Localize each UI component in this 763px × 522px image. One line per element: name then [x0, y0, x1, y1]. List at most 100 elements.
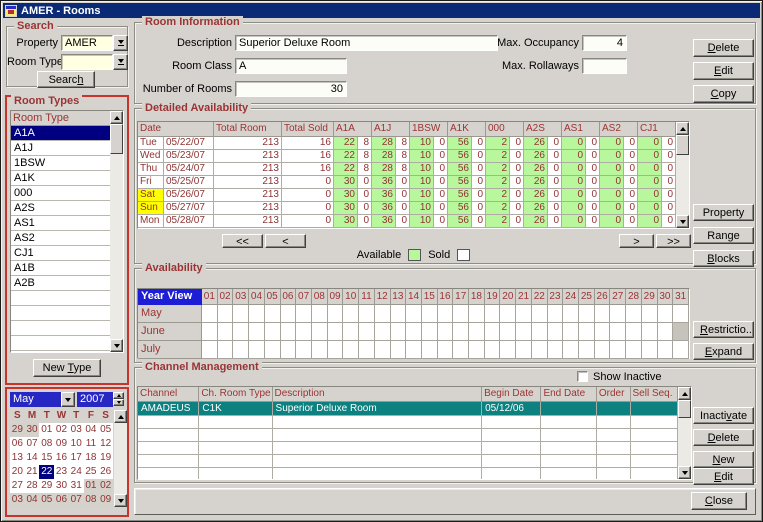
- year-view-cell[interactable]: [579, 305, 595, 323]
- expand-button[interactable]: Expand: [693, 343, 754, 360]
- detailed-availability-row[interactable]: Wed 05/23/07 213 16 22 8 28 8 10 0 56 0 2 0 26 0 0 0 0 0 0 0: [138, 150, 676, 163]
- calendar-day[interactable]: 05: [39, 493, 55, 507]
- year-view-cell[interactable]: [484, 323, 501, 341]
- calendar-month-dropdown-button[interactable]: [61, 392, 75, 407]
- scroll-up-icon[interactable]: [110, 111, 123, 124]
- scroll-down-icon[interactable]: [110, 339, 123, 352]
- year-view-cell[interactable]: [516, 305, 532, 323]
- calendar-day[interactable]: 07: [24, 437, 40, 451]
- detailed-availability-row[interactable]: Fri 05/25/07 213 0 30 0 36 0 10 0 56 0 2 0 26 0 0 0 0 0 0 0: [138, 176, 676, 189]
- year-view-cell[interactable]: [563, 305, 580, 323]
- description-input[interactable]: [235, 35, 498, 51]
- edit-channel-button[interactable]: Edit: [693, 468, 754, 485]
- year-view-cell[interactable]: [327, 323, 344, 341]
- year-view-cell[interactable]: [594, 305, 611, 323]
- year-view-cell[interactable]: [390, 305, 407, 323]
- year-view-cell[interactable]: [626, 323, 642, 341]
- year-view-cell[interactable]: [390, 323, 407, 341]
- year-view-cell[interactable]: [311, 341, 328, 359]
- year-view-cell[interactable]: [264, 305, 281, 323]
- year-view-cell[interactable]: [421, 341, 438, 359]
- channel-empty-row[interactable]: [138, 455, 678, 468]
- detailed-availability-scrollbar[interactable]: [676, 122, 689, 228]
- detailed-availability-row[interactable]: Sat 05/26/07 213 0 30 0 36 0 10 0 56 0 2 0 26 0 0 0 0 0 0 0: [138, 189, 676, 202]
- calendar-day[interactable]: 22: [39, 465, 55, 479]
- channel-empty-row[interactable]: [138, 468, 678, 479]
- year-view-cell[interactable]: [374, 341, 391, 359]
- room-type-item[interactable]: A1B: [11, 261, 110, 276]
- year-view-cell[interactable]: [374, 305, 391, 323]
- delete-room-button[interactable]: Delete: [693, 39, 754, 57]
- room-type-empty-row[interactable]: [11, 291, 110, 306]
- year-view-cell[interactable]: [343, 341, 360, 359]
- calendar-day[interactable]: 15: [39, 451, 55, 465]
- calendar-day[interactable]: 30: [54, 479, 69, 493]
- year-view-cell[interactable]: [390, 341, 407, 359]
- year-view-cell[interactable]: [641, 305, 658, 323]
- year-view-cell[interactable]: [421, 305, 438, 323]
- year-view-cell[interactable]: [233, 323, 250, 341]
- year-view-cell[interactable]: [673, 341, 689, 359]
- year-view-cell[interactable]: [359, 341, 375, 359]
- room-type-item[interactable]: AS2: [11, 231, 110, 246]
- calendar-day[interactable]: 19: [98, 451, 113, 465]
- room-type-item[interactable]: 1BSW: [11, 156, 110, 171]
- max-occupancy-input[interactable]: [582, 35, 627, 51]
- year-view-cell[interactable]: [343, 305, 360, 323]
- room-type-item[interactable]: CJ1: [11, 246, 110, 261]
- channel-scrollbar[interactable]: [678, 387, 691, 479]
- year-view-cell[interactable]: [547, 323, 564, 341]
- delete-channel-button[interactable]: Delete: [693, 429, 754, 446]
- year-view-cell[interactable]: [217, 323, 234, 341]
- year-view-cell[interactable]: [610, 341, 627, 359]
- calendar-scrollbar[interactable]: [114, 410, 127, 507]
- calendar-day[interactable]: 01: [83, 479, 99, 493]
- year-view-cell[interactable]: [343, 323, 360, 341]
- calendar-day[interactable]: 30: [24, 423, 40, 437]
- year-view-cell[interactable]: [531, 323, 548, 341]
- calendar-year-field[interactable]: 2007: [77, 392, 113, 407]
- calendar-day[interactable]: 17: [68, 451, 84, 465]
- year-view-cell[interactable]: [327, 341, 344, 359]
- year-view-cell[interactable]: [249, 305, 265, 323]
- year-view-cell[interactable]: [359, 323, 375, 341]
- year-view-cell[interactable]: [579, 323, 595, 341]
- room-type-input[interactable]: [61, 54, 113, 70]
- year-view-cell[interactable]: [626, 341, 642, 359]
- year-view-cell[interactable]: [610, 323, 627, 341]
- calendar-day[interactable]: 21: [24, 465, 40, 479]
- detailed-availability-row[interactable]: Sun 05/27/07 213 0 30 0 36 0 10 0 56 0 2 0 26 0 0 0 0 0 0 0: [138, 202, 676, 215]
- channel-empty-row[interactable]: [138, 416, 678, 429]
- edit-room-button[interactable]: Edit: [693, 62, 754, 80]
- channel-empty-row[interactable]: [138, 442, 678, 455]
- calendar-day[interactable]: 06: [54, 493, 69, 507]
- year-view-cell[interactable]: [296, 341, 312, 359]
- calendar-day[interactable]: 26: [98, 465, 113, 479]
- room-type-item[interactable]: A1J: [11, 141, 110, 156]
- room-type-item[interactable]: A1K: [11, 171, 110, 186]
- year-view-cell[interactable]: [437, 323, 454, 341]
- calendar-day[interactable]: 09: [98, 493, 113, 507]
- year-view-cell[interactable]: [296, 305, 312, 323]
- year-view-cell[interactable]: [437, 341, 454, 359]
- year-view-cell[interactable]: [453, 323, 470, 341]
- room-type-empty-row[interactable]: [11, 321, 110, 336]
- restrictions-button[interactable]: Restrictio...: [693, 321, 754, 338]
- year-view-cell[interactable]: [311, 305, 328, 323]
- nav-first-button[interactable]: <<: [222, 234, 263, 248]
- scroll-up-icon[interactable]: [676, 122, 689, 135]
- calendar-day[interactable]: 25: [83, 465, 99, 479]
- detailed-availability-row[interactable]: Mon 05/28/07 213 0 30 0 36 0 10 0 56 0 2 0 26 0 0 0 0 0 0 0: [138, 215, 676, 228]
- detailed-availability-row[interactable]: Tue 05/22/07 213 16 22 8 28 8 10 0 56 0 2 0 26 0 0 0 0 0 0 0: [138, 137, 676, 150]
- year-view-cell[interactable]: [249, 323, 265, 341]
- year-view-cell[interactable]: [563, 341, 580, 359]
- calendar-day[interactable]: 24: [68, 465, 84, 479]
- calendar-month-select[interactable]: May: [10, 392, 61, 407]
- year-view-cell[interactable]: [406, 305, 422, 323]
- channel-empty-row[interactable]: [138, 429, 678, 442]
- calendar-year-spinner[interactable]: [113, 392, 124, 407]
- room-type-item[interactable]: A2S: [11, 201, 110, 216]
- calendar-day[interactable]: 20: [10, 465, 25, 479]
- spin-up-icon[interactable]: [113, 392, 124, 399]
- property-dropdown-button[interactable]: [113, 35, 128, 51]
